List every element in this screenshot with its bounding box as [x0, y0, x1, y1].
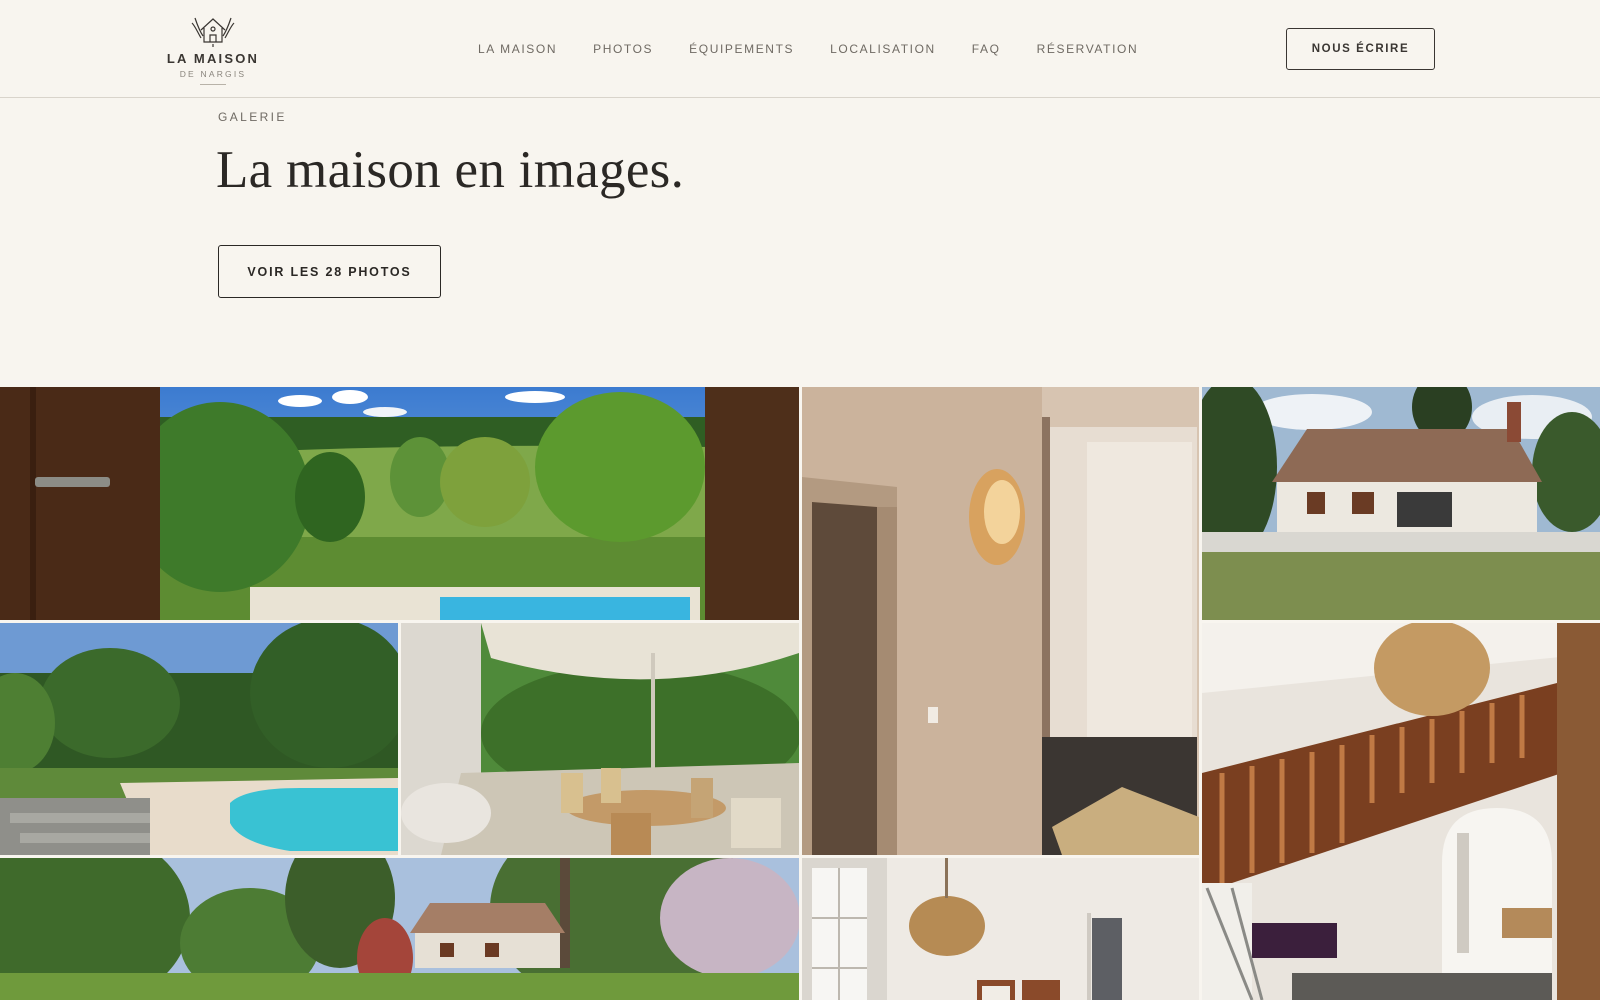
brand-title: LA MAISON: [166, 51, 260, 66]
staircase-photo[interactable]: [1202, 623, 1600, 1000]
garden-view-image: [0, 387, 799, 620]
nav-item-equipements[interactable]: ÉQUIPEMENTS: [689, 42, 794, 56]
pool-photo[interactable]: [0, 623, 398, 855]
bedroom-photo[interactable]: [802, 858, 1199, 1000]
logo-divider: [200, 84, 226, 85]
contact-button[interactable]: NOUS ÉCRIRE: [1286, 28, 1435, 70]
hallway-lamp-photo[interactable]: [802, 387, 1199, 855]
view-all-photos-button[interactable]: VOIR LES 28 PHOTOS: [218, 245, 441, 298]
pool-image: [0, 623, 398, 855]
house-logo-icon: [191, 17, 235, 47]
brand-subtitle: DE NARGIS: [179, 69, 247, 79]
nav-item-localisation[interactable]: LOCALISATION: [830, 42, 936, 56]
nav-item-la-maison[interactable]: LA MAISON: [478, 42, 557, 56]
garden-house-photo[interactable]: [0, 858, 799, 1000]
bedroom-image: [802, 858, 1199, 1000]
section-eyebrow: GALERIE: [218, 110, 287, 124]
nav-item-photos[interactable]: PHOTOS: [593, 42, 653, 56]
garden-view-photo[interactable]: [0, 387, 799, 620]
page-title: La maison en images.: [216, 141, 685, 199]
brand-logo[interactable]: LA MAISON DE NARGIS: [160, 14, 266, 94]
staircase-image: [1202, 623, 1600, 1000]
garden-house-image: [0, 858, 799, 1000]
nav-item-reservation[interactable]: RÉSERVATION: [1037, 42, 1139, 56]
nav-item-faq[interactable]: FAQ: [972, 42, 1001, 56]
main-nav: LA MAISON PHOTOS ÉQUIPEMENTS LOCALISATIO…: [478, 42, 1174, 56]
house-exterior-image: [1202, 387, 1600, 620]
house-exterior-photo[interactable]: [1202, 387, 1600, 620]
terrace-photo[interactable]: [401, 623, 799, 855]
hallway-lamp-image: [802, 387, 1199, 855]
site-header: LA MAISON DE NARGIS LA MAISON PHOTOS ÉQU…: [0, 0, 1600, 98]
terrace-image: [401, 623, 799, 855]
